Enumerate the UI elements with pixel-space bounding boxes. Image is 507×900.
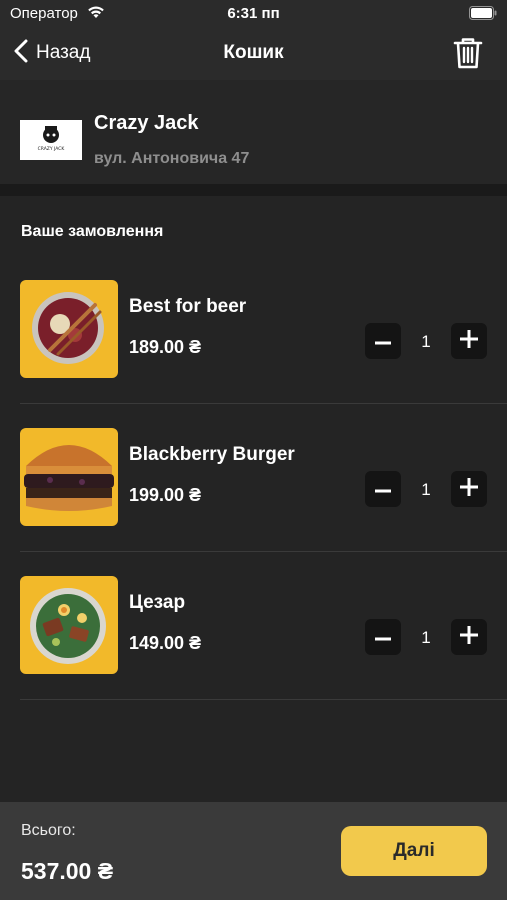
item-image-beer-snack[interactable]: [20, 280, 118, 378]
restaurant-address: вул. Антоновича 47: [94, 150, 250, 167]
section-separator: [0, 184, 507, 196]
quantity-stepper: 1: [365, 323, 487, 359]
total-amount: 537.00 ₴: [21, 858, 114, 884]
clock: 6:31 пп: [227, 5, 280, 22]
item-divider: [20, 699, 507, 700]
decrease-button[interactable]: [365, 619, 401, 655]
checkout-footer: Всього: 537.00 ₴ Далі: [0, 802, 507, 900]
trash-icon: [453, 38, 483, 74]
trash-button[interactable]: [453, 36, 483, 75]
item-price: 199.00 ₴: [129, 485, 202, 505]
quantity-stepper: 1: [365, 471, 487, 507]
nav-bar: Назад Кошик: [0, 28, 507, 80]
item-image-caesar-salad[interactable]: [20, 576, 118, 674]
increase-button[interactable]: [451, 323, 487, 359]
minus-icon: [375, 332, 391, 350]
quantity-value: 1: [421, 332, 431, 351]
decrease-button[interactable]: [365, 471, 401, 507]
total-label: Всього:: [21, 822, 76, 839]
quantity-value: 1: [421, 628, 431, 647]
decrease-button[interactable]: [365, 323, 401, 359]
minus-icon: [375, 480, 391, 498]
plus-icon: [460, 477, 478, 501]
restaurant-logo: CRAZY JACK: [20, 120, 82, 160]
increase-button[interactable]: [451, 471, 487, 507]
cart-item: Best for beer 189.00 ₴ 1: [0, 256, 507, 404]
next-button[interactable]: Далі: [341, 826, 487, 876]
battery-icon: [469, 6, 497, 24]
restaurant-name: Crazy Jack: [94, 112, 199, 134]
item-title: Best for beer: [129, 296, 247, 317]
item-price: 149.00 ₴: [129, 633, 202, 653]
svg-text:CRAZY JACK: CRAZY JACK: [38, 146, 66, 152]
minus-icon: [375, 628, 391, 646]
status-bar: Оператор 6:31 пп: [0, 0, 507, 28]
order-section-title: Ваше замовлення: [21, 223, 164, 240]
item-image-burger[interactable]: [20, 428, 118, 526]
item-price: 189.00 ₴: [129, 337, 202, 357]
page-title: Кошик: [223, 42, 284, 63]
plus-icon: [460, 329, 478, 353]
increase-button[interactable]: [451, 619, 487, 655]
restaurant-header: CRAZY JACK Crazy Jack вул. Антоновича 47: [0, 80, 507, 184]
quantity-stepper: 1: [365, 619, 487, 655]
quantity-value: 1: [421, 480, 431, 499]
item-title: Цезар: [129, 592, 186, 613]
cart-item: Blackberry Burger 199.00 ₴ 1: [0, 404, 507, 552]
plus-icon: [460, 625, 478, 649]
item-title: Blackberry Burger: [129, 444, 295, 465]
cart-item: Цезар 149.00 ₴ 1: [0, 552, 507, 700]
